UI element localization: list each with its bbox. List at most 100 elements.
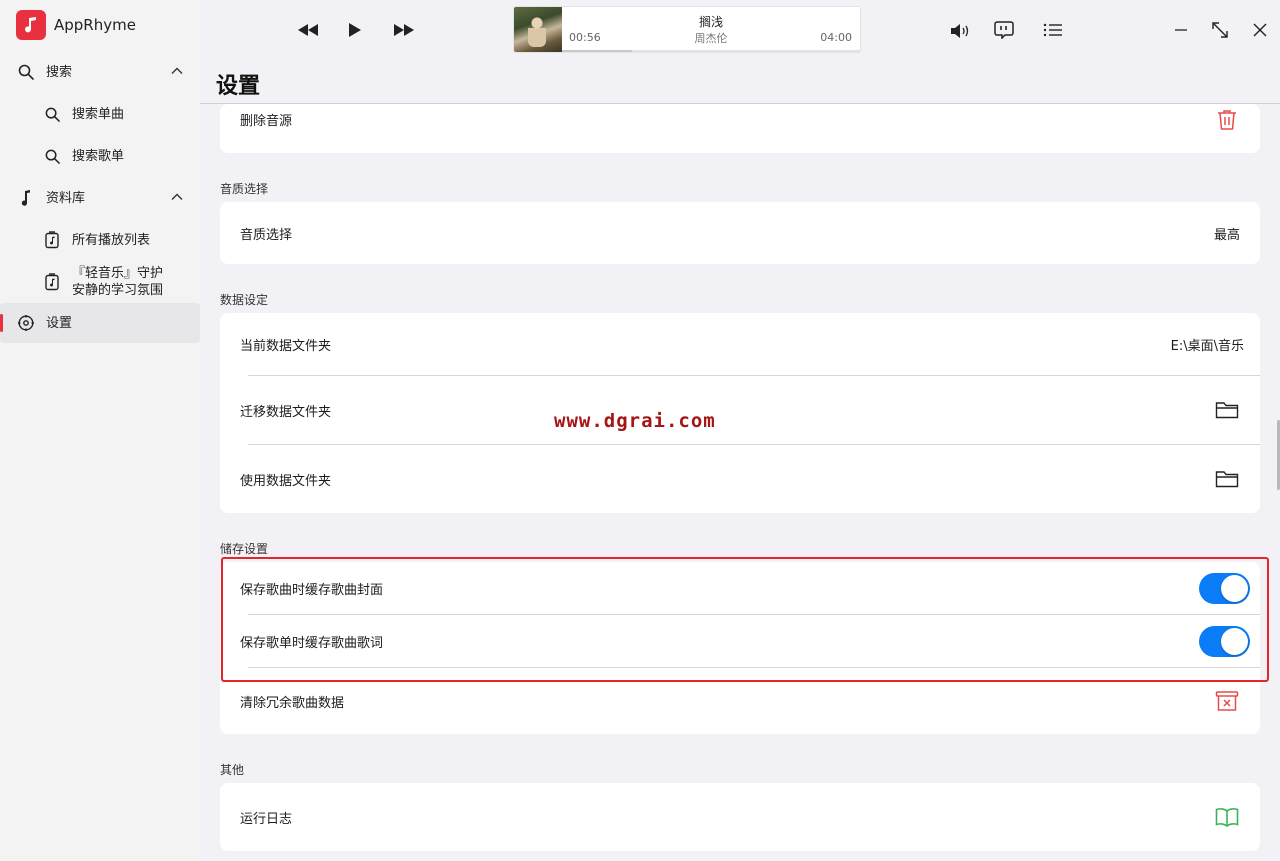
toggle-knob (1221, 574, 1248, 602)
scrollbar[interactable] (1274, 104, 1280, 861)
current-time: 00:56 (569, 31, 601, 44)
list-icon (1043, 23, 1062, 37)
app-logo-icon (16, 10, 46, 40)
clear-bin-icon (1215, 691, 1239, 711)
sidebar-item-library[interactable]: 资料库 (0, 178, 200, 218)
quality-section-header: 音质选择 (220, 182, 269, 196)
cache-lyrics-toggle[interactable] (1199, 625, 1250, 657)
play-icon (349, 23, 361, 37)
current-folder-row: 当前数据文件夹 E:\桌面\音乐 (220, 313, 1260, 375)
play-button[interactable] (344, 19, 366, 41)
previous-button[interactable] (294, 19, 322, 41)
lyrics-button[interactable] (992, 19, 1016, 41)
sidebar-item-label-line2: 安静的学习氛围 (72, 283, 164, 298)
settings-page: 设置 删除音源 音质选择 音质选择 最高 数据设定 当前数据文件夹 E:\桌面\… (200, 60, 1280, 861)
sidebar-item-playlist-light-music[interactable]: 『轻音乐』守护 安静的学习氛围 (0, 261, 200, 303)
sidebar-item-label: 搜索单曲 (72, 106, 125, 122)
sidebar-item-all-playlists[interactable]: 所有播放列表 (0, 220, 200, 260)
progress-bar[interactable] (562, 50, 860, 52)
other-card: 运行日志 (220, 783, 1260, 851)
folder-icon (1215, 471, 1239, 488)
storage-section-header: 储存设置 (220, 542, 269, 556)
playlist-file-icon (42, 272, 62, 292)
sidebar-item-label-line1: 『轻音乐』守护 (72, 266, 164, 281)
quality-value[interactable]: 最高 (1214, 224, 1240, 243)
migrate-folder-label: 迁移数据文件夹 (240, 404, 332, 420)
minimize-icon (1175, 29, 1187, 31)
data-section-header: 数据设定 (220, 293, 269, 307)
search-icon (16, 62, 36, 82)
search-icon (42, 146, 62, 166)
search-icon (42, 104, 62, 124)
sidebar-item-label: 所有播放列表 (72, 232, 151, 248)
sidebar-item-label: 设置 (46, 315, 73, 331)
delete-source-button[interactable] (1214, 107, 1240, 133)
clear-redundant-row[interactable]: 清除冗余歌曲数据 (220, 668, 1260, 734)
album-cover[interactable] (514, 7, 562, 52)
delete-source-label: 删除音源 (240, 114, 293, 129)
playlist-file-icon (42, 230, 62, 250)
quality-row[interactable]: 音质选择 最高 (220, 202, 1260, 264)
total-time: 04:00 (820, 31, 852, 44)
trash-icon (1218, 109, 1236, 130)
sidebar-item-label: 搜索歌单 (72, 148, 125, 164)
now-playing-card[interactable]: 搁浅 周杰伦 00:56 04:00 (513, 6, 861, 53)
clear-redundant-label: 清除冗余歌曲数据 (240, 695, 345, 711)
toggle-knob (1221, 627, 1248, 655)
sidebar-item-settings[interactable]: 设置 (0, 303, 200, 343)
other-section-header: 其他 (220, 763, 245, 777)
page-title: 设置 (216, 74, 261, 99)
current-folder-value: E:\桌面\音乐 (1170, 338, 1244, 354)
data-card: 当前数据文件夹 E:\桌面\音乐 迁移数据文件夹 使用数据文件夹 (220, 313, 1260, 513)
quality-label: 音质选择 (240, 227, 293, 243)
migrate-folder-button[interactable] (1214, 397, 1240, 423)
cache-cover-row: 保存歌曲时缓存歌曲封面 (220, 562, 1260, 614)
cache-lyrics-row: 保存歌单时缓存歌曲歌词 (220, 615, 1260, 667)
sidebar-item-search[interactable]: 搜索 (0, 52, 200, 92)
track-artist: 周杰伦 (694, 32, 728, 45)
close-button[interactable] (1248, 20, 1272, 40)
lyrics-bubble-icon (994, 21, 1014, 39)
next-button[interactable] (390, 19, 418, 41)
sidebar-item-label: 『轻音乐』守护 安静的学习氛围 (72, 265, 163, 299)
minimize-button[interactable] (1169, 20, 1193, 40)
app-header: AppRhyme (16, 10, 136, 40)
watermark-text: www.dgrai.com (554, 410, 716, 432)
quality-card: 音质选择 最高 (220, 202, 1260, 264)
sidebar: AppRhyme 搜索 搜索单曲 搜索歌单 资料库 所有播放列表 『轻音乐』守护… (0, 0, 200, 861)
source-card: 删除音源 (220, 104, 1260, 153)
expand-arrows-icon (1212, 22, 1228, 38)
use-folder-row[interactable]: 使用数据文件夹 (220, 445, 1260, 513)
run-log-label: 运行日志 (240, 811, 293, 827)
track-title: 搁浅 (698, 15, 723, 29)
rewind-icon (298, 24, 318, 36)
storage-card: 保存歌曲时缓存歌曲封面 保存歌单时缓存歌曲歌词 清除冗余歌曲数据 (220, 562, 1260, 734)
run-log-row[interactable]: 运行日志 (220, 783, 1260, 851)
maximize-button[interactable] (1208, 20, 1232, 40)
player-bar: 搁浅 周杰伦 00:56 04:00 (200, 0, 1280, 60)
book-icon (1215, 808, 1239, 827)
delete-source-row[interactable]: 删除音源 (220, 104, 1260, 153)
volume-button[interactable] (949, 20, 973, 42)
playlist-queue-button[interactable] (1041, 19, 1065, 41)
cache-lyrics-label: 保存歌单时缓存歌曲歌词 (240, 635, 384, 651)
settings-gear-icon (16, 313, 36, 333)
close-icon (1253, 23, 1267, 37)
sidebar-item-label: 搜索 (46, 64, 73, 80)
clear-redundant-button[interactable] (1214, 688, 1240, 714)
use-folder-button[interactable] (1214, 466, 1240, 492)
music-note-icon (16, 188, 36, 208)
chevron-up-icon[interactable] (170, 64, 184, 78)
sidebar-item-search-songs[interactable]: 搜索单曲 (0, 94, 200, 134)
cache-cover-toggle[interactable] (1199, 572, 1250, 604)
cache-cover-label: 保存歌曲时缓存歌曲封面 (240, 582, 384, 598)
chevron-up-icon[interactable] (170, 190, 184, 204)
current-folder-label: 当前数据文件夹 (240, 338, 332, 354)
sidebar-item-label: 资料库 (46, 190, 86, 206)
use-folder-label: 使用数据文件夹 (240, 473, 332, 489)
sidebar-item-search-playlists[interactable]: 搜索歌单 (0, 136, 200, 176)
folder-icon (1215, 402, 1239, 419)
migrate-folder-row[interactable]: 迁移数据文件夹 (220, 376, 1260, 444)
fast-forward-icon (394, 24, 414, 36)
run-log-button[interactable] (1214, 804, 1240, 830)
